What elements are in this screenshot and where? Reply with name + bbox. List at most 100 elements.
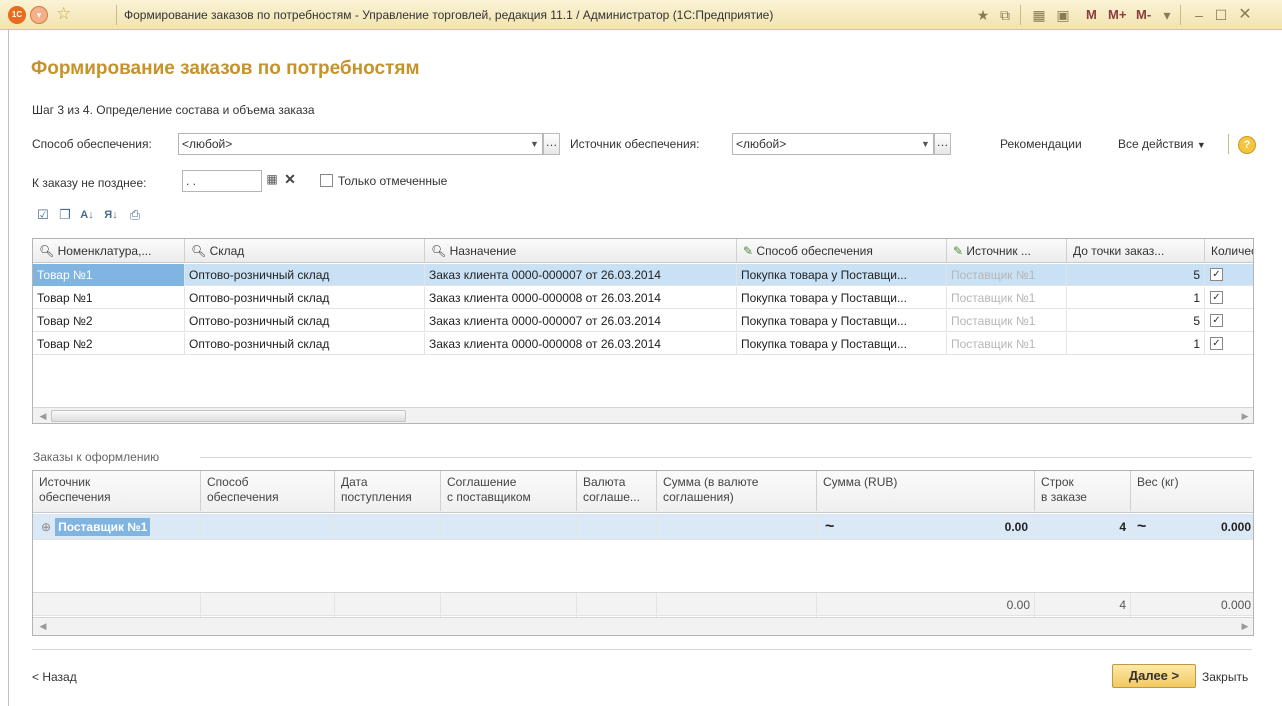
cell-source[interactable]: Поставщик №1 <box>947 264 1067 286</box>
row-checkbox[interactable]: ✓ <box>1210 314 1223 327</box>
cell-source[interactable]: Поставщик №1 <box>947 333 1067 355</box>
expand-icon[interactable]: ⊕ <box>37 520 55 534</box>
column-header-lines[interactable]: Строк в заказе <box>1035 471 1131 511</box>
clear-icon[interactable]: ✕ <box>282 171 298 187</box>
window-titlebar: 1C ▾ ☆ Формирование заказов по потребнос… <box>0 0 1282 30</box>
table-row[interactable]: Товар №1 Оптово-розничный склад Заказ кл… <box>33 264 1253 286</box>
favorite-star-icon[interactable]: ☆ <box>56 4 71 24</box>
scroll-left-icon[interactable]: ◀ <box>35 618 51 634</box>
table-row[interactable]: Товар №2 Оптово-розничный склад Заказ кл… <box>33 310 1253 332</box>
column-header-sum-currency[interactable]: Сумма (в валюте соглашения) <box>657 471 817 511</box>
cell-warehouse: Оптово-розничный склад <box>185 333 425 355</box>
table-header: Источник обеспечения Способ обеспечения … <box>33 471 1253 513</box>
supply-source-field[interactable]: <любой> <box>732 133 934 155</box>
row-checkbox[interactable]: ✓ <box>1210 268 1223 281</box>
column-header-date[interactable]: Дата поступления <box>335 471 441 511</box>
table-row[interactable]: Товар №2 Оптово-розничный склад Заказ кл… <box>33 333 1253 355</box>
only-marked-checkbox[interactable] <box>320 174 333 187</box>
approx-icon: ~ <box>825 518 835 535</box>
cell-supplier[interactable]: ⊕ Поставщик №1 <box>33 514 201 540</box>
column-header-source[interactable]: ✎ Источник ... <box>947 239 1067 263</box>
row-checkbox[interactable]: ✓ <box>1210 337 1223 350</box>
print-icon[interactable]: ⎙ <box>126 206 144 224</box>
weight-value: 0.000 <box>1220 520 1251 534</box>
column-header-warehouse[interactable]: 🔍︎ Склад <box>185 239 425 263</box>
supply-method-select-button[interactable]: … <box>543 133 560 155</box>
cell-source[interactable]: Поставщик №1 <box>947 287 1067 309</box>
cell-source[interactable]: Поставщик №1 <box>947 310 1067 332</box>
column-header-order-point[interactable]: До точки заказ... <box>1067 239 1205 263</box>
cell-warehouse: Оптово-розничный склад <box>185 264 425 286</box>
cell-item[interactable]: Товар №2 <box>33 333 185 355</box>
column-header-quantity[interactable]: Количес <box>1205 239 1253 263</box>
memory-m-button[interactable]: M <box>1086 7 1097 22</box>
maximize-icon[interactable]: ☐ <box>1212 5 1230 25</box>
column-header-method[interactable]: Способ обеспечения <box>201 471 335 511</box>
chevron-down-icon[interactable]: ▼ <box>526 133 543 155</box>
chevron-down-icon[interactable]: ▼ <box>917 133 934 155</box>
horizontal-scrollbar[interactable]: ◀ ▶ <box>33 407 1253 423</box>
cell-item[interactable]: Товар №1 <box>33 287 185 309</box>
cell-method[interactable]: Покупка товара у Поставщи... <box>737 310 947 332</box>
column-header-method[interactable]: ✎ Способ обеспечения <box>737 239 947 263</box>
row-checkbox[interactable]: ✓ <box>1210 291 1223 304</box>
memory-m-minus-button[interactable]: M- <box>1136 7 1151 22</box>
cell-item[interactable]: Товар №2 <box>33 310 185 332</box>
bookmark-icon[interactable]: ⧉ <box>996 5 1014 25</box>
column-header-source[interactable]: Источник обеспечения <box>33 471 201 511</box>
scrollbar-thumb[interactable] <box>51 410 406 422</box>
column-header-item[interactable]: 🔍︎ Номенклатура,... <box>33 239 185 263</box>
app-logo-icon[interactable]: 1C <box>8 6 26 24</box>
column-header-agreement[interactable]: Соглашение с поставщиком <box>441 471 577 511</box>
calendar-icon[interactable]: ▦ <box>264 172 280 188</box>
chevron-down-icon[interactable]: ▾ <box>1160 5 1174 25</box>
total-weight: 0.000 <box>1220 598 1251 612</box>
close-icon[interactable]: ✕ <box>1236 5 1254 25</box>
table-row[interactable]: Товар №1 Оптово-розничный склад Заказ кл… <box>33 287 1253 309</box>
scroll-left-icon[interactable]: ◀ <box>35 408 51 423</box>
column-header-label: Номенклатура,... <box>57 244 152 258</box>
cell-method[interactable]: Покупка товара у Поставщи... <box>737 264 947 286</box>
supply-source-select-button[interactable]: … <box>934 133 951 155</box>
column-header-purpose[interactable]: 🔍︎ Назначение <box>425 239 737 263</box>
page-title: Формирование заказов по потребностям <box>31 58 420 79</box>
needs-table[interactable]: 🔍︎ Номенклатура,... 🔍︎ Склад 🔍︎ Назначен… <box>32 238 1254 424</box>
horizontal-scrollbar[interactable]: ◀ ▶ <box>33 617 1253 635</box>
column-header-label: Назначение <box>449 244 517 258</box>
cell-method[interactable]: Покупка товара у Поставщи... <box>737 287 947 309</box>
totals-cell <box>201 593 335 617</box>
back-button[interactable]: < Назад <box>32 670 77 684</box>
close-button[interactable]: Закрыть <box>1202 670 1248 684</box>
check-all-icon[interactable]: ☑ <box>34 206 52 224</box>
cell-method[interactable]: Покупка товара у Поставщи... <box>737 333 947 355</box>
calculator-icon[interactable]: ▦ <box>1030 5 1048 25</box>
sort-descending-icon[interactable]: Я↓ <box>102 206 120 224</box>
deadline-date-field[interactable]: . . <box>182 170 262 192</box>
cell-currency <box>577 514 657 540</box>
uncheck-all-icon[interactable]: ❐ <box>56 206 74 224</box>
next-button[interactable]: Далее > <box>1112 664 1196 688</box>
column-header-currency[interactable]: Валюта соглаше... <box>577 471 657 511</box>
column-header-weight[interactable]: Вес (кг) <box>1131 471 1253 511</box>
orders-table[interactable]: Источник обеспечения Способ обеспечения … <box>32 470 1254 636</box>
add-favorite-icon[interactable]: ★ <box>974 5 992 25</box>
cell-item[interactable]: Товар №1 <box>33 264 185 286</box>
main-menu-icon[interactable]: ▾ <box>30 6 48 24</box>
total-lines: 4 <box>1035 593 1131 617</box>
minimize-icon[interactable]: – <box>1190 5 1208 25</box>
calendar-icon[interactable]: ▣ <box>1054 5 1072 25</box>
supply-method-field[interactable]: <любой> <box>178 133 543 155</box>
column-header-sum-rub[interactable]: Сумма (RUB) <box>817 471 1035 511</box>
memory-m-plus-button[interactable]: M+ <box>1108 7 1126 22</box>
column-header-label: Источник ... <box>966 244 1031 258</box>
approx-icon: ~ <box>1137 518 1147 535</box>
scroll-right-icon[interactable]: ▶ <box>1237 408 1253 423</box>
sort-ascending-icon[interactable]: A↓ <box>78 206 96 224</box>
cell-order-point: 1 <box>1067 287 1205 309</box>
scroll-right-icon[interactable]: ▶ <box>1237 618 1253 634</box>
help-icon[interactable]: ? <box>1238 136 1256 154</box>
all-actions-menu[interactable]: Все действия ▼ <box>1118 137 1206 151</box>
recommendations-button[interactable]: Рекомендации <box>1000 137 1082 151</box>
cell-purpose: Заказ клиента 0000-000007 от 26.03.2014 <box>425 264 737 286</box>
table-row[interactable]: ⊕ Поставщик №1 ~ 0.00 4 ~ 0.000 <box>33 514 1253 540</box>
